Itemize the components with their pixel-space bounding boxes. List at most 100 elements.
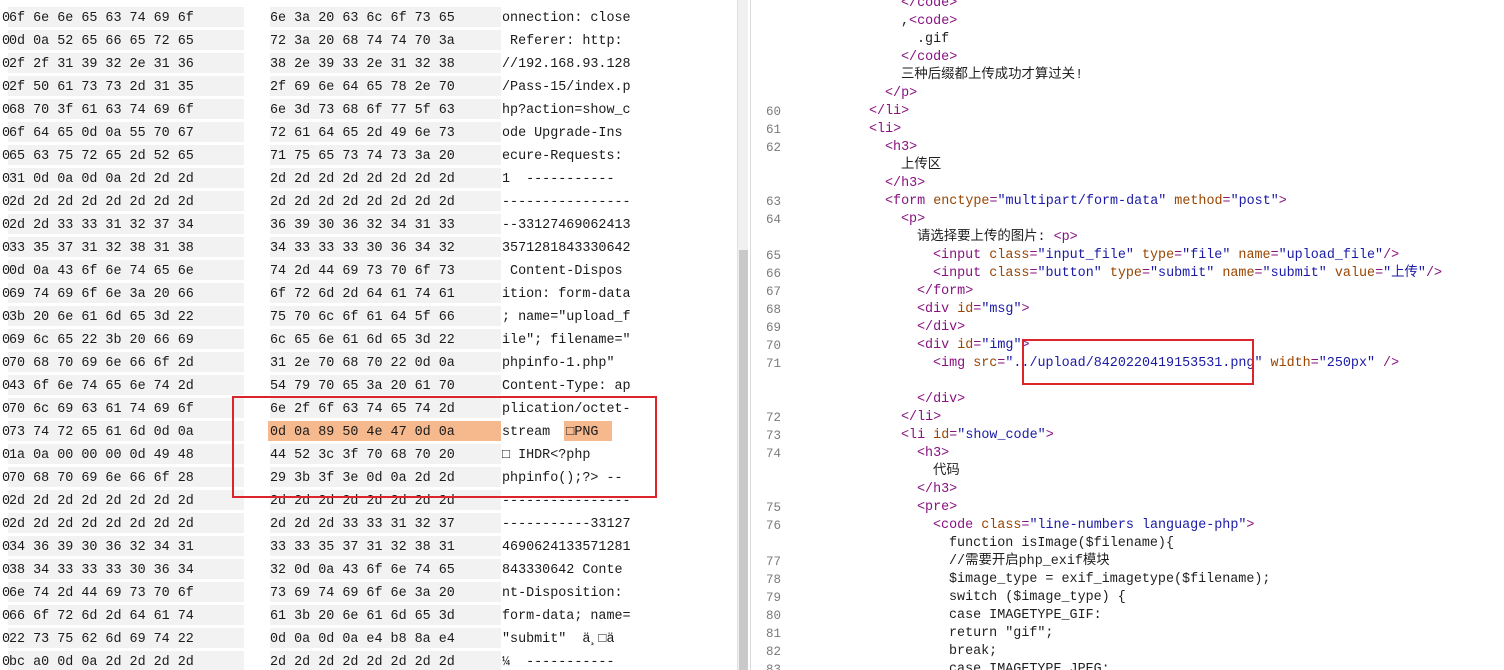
source-line[interactable]: 69 </div> — [751, 319, 1504, 337]
hex-bytes-group-1: 69 74 69 6f 6e 3a 20 66 — [9, 287, 194, 302]
hex-row[interactable]: 0 43 6f 6e 74 65 6e 74 2d 54 79 70 65 3a 2… — [0, 375, 737, 398]
html-tag-token: </code> — [901, 50, 958, 65]
text-token: case IMAGETYPE_GIF: — [949, 608, 1102, 623]
source-line[interactable]: 81 return "gif"; — [751, 625, 1504, 643]
line-number: 79 — [765, 591, 781, 605]
hex-bytes-group-2: 2d 2d 2d 2d 2d 2d 2d 2d — [270, 195, 455, 210]
hex-row[interactable]: 0 2d 2d 2d 2d 2d 2d 2d 2d 2d 2d 2d 33 33 3… — [0, 513, 737, 536]
hex-row[interactable]: 0 38 34 33 33 33 30 36 34 32 0d 0a 43 6f 6… — [0, 559, 737, 582]
text-token: case IMAGETYPE_JPEG: — [949, 662, 1110, 670]
hex-row[interactable]: 0 70 68 70 69 6e 66 6f 2d 31 2e 70 68 70 2… — [0, 352, 737, 375]
source-line[interactable]: </div> — [751, 391, 1504, 409]
source-line[interactable]: </h3> — [751, 175, 1504, 193]
hex-row[interactable]: 0 22 73 75 62 6d 69 74 22 0d 0a 0d 0a e4 b… — [0, 628, 737, 651]
source-line[interactable]: 62 <h3> — [751, 139, 1504, 157]
source-line[interactable]: ,<code> — [751, 13, 1504, 31]
source-line[interactable]: 68 <div id="msg"> — [751, 301, 1504, 319]
hex-row[interactable]: 0 6f 6e 6e 65 63 74 69 6f 6e 3a 20 63 6c 6… — [0, 7, 737, 30]
source-code: 代码 — [933, 463, 960, 481]
hex-viewer-pane[interactable]: 0 6f 6e 6e 65 63 74 69 6f 6e 3a 20 63 6c 6… — [0, 0, 737, 670]
source-line[interactable]: 67 </form> — [751, 283, 1504, 301]
hex-bytes-group-1: 31 0d 0a 0d 0a 2d 2d 2d — [9, 172, 194, 187]
source-line[interactable]: 80 case IMAGETYPE_GIF: — [751, 607, 1504, 625]
html-tag-token: </code> — [901, 0, 958, 11]
hex-row[interactable]: 0 2f 2f 31 39 32 2e 31 36 38 2e 39 33 2e 3… — [0, 53, 737, 76]
source-line[interactable]: 76 <code class="line-numbers language-php… — [751, 517, 1504, 535]
source-line[interactable]: 73 <li id="show_code"> — [751, 427, 1504, 445]
source-line[interactable]: 65 <input class="input_file" type="file" … — [751, 247, 1504, 265]
hex-bytes-group-1: 33 35 37 31 32 38 31 38 — [9, 241, 194, 256]
source-code: ,<code> — [901, 13, 957, 31]
source-line[interactable]: </p> — [751, 85, 1504, 103]
hex-bytes-group-2: 2d 2d 2d 2d 2d 2d 2d 2d — [270, 172, 455, 187]
hex-row[interactable]: 0 68 70 3f 61 63 74 69 6f 6e 3d 73 68 6f 7… — [0, 99, 737, 122]
source-code: <code class="line-numbers language-php"> — [933, 517, 1254, 535]
source-line[interactable]: 66 <input class="button" type="submit" na… — [751, 265, 1504, 283]
hex-bytes-group-1: 2f 2f 31 39 32 2e 31 36 — [9, 57, 194, 72]
source-line[interactable]: 63 <form enctype="multipart/form-data" me… — [751, 193, 1504, 211]
html-attribute-token: name — [1230, 248, 1271, 263]
source-line[interactable]: 82 break; — [751, 643, 1504, 661]
source-line[interactable]: 79 switch ($image_type) { — [751, 589, 1504, 607]
hex-bytes-group-1: 6f 64 65 0d 0a 55 70 67 — [9, 126, 194, 141]
hex-row[interactable]: 0 69 74 69 6f 6e 3a 20 66 6f 72 6d 2d 64 6… — [0, 283, 737, 306]
source-line[interactable]: </code> — [751, 49, 1504, 67]
hex-row[interactable]: 0 66 6f 72 6d 2d 64 61 74 61 3b 20 6e 61 6… — [0, 605, 737, 628]
source-code: function isImage($filename){ — [949, 535, 1174, 553]
hex-row[interactable]: 0 34 36 39 30 36 32 34 31 33 33 35 37 31 3… — [0, 536, 737, 559]
html-tag-token: > — [1045, 428, 1054, 443]
hex-row[interactable]: 0 6e 74 2d 44 69 73 70 6f 73 69 74 69 6f 6… — [0, 582, 737, 605]
html-tag-token: /> — [1425, 266, 1443, 281]
hex-viewer-scroll-thumb[interactable] — [739, 250, 748, 670]
source-line[interactable]: 60 </li> — [751, 103, 1504, 121]
source-line[interactable]: </h3> — [751, 481, 1504, 499]
source-line[interactable]: 78 $image_type = exif_imagetype($filename… — [751, 571, 1504, 589]
source-line[interactable]: 83 case IMAGETYPE_JPEG: — [751, 661, 1504, 670]
source-line[interactable]: 64 <p> — [751, 211, 1504, 229]
source-line[interactable]: function isImage($filename){ — [751, 535, 1504, 553]
hex-row[interactable]: 0 2d 2d 2d 2d 2d 2d 2d 2d 2d 2d 2d 2d 2d 2… — [0, 191, 737, 214]
source-line[interactable]: .gif — [751, 31, 1504, 49]
html-tag-token: <div — [917, 302, 958, 317]
line-number: 72 — [765, 411, 781, 425]
source-line[interactable]: 75 <pre> — [751, 499, 1504, 517]
html-tag-token: = — [1270, 248, 1279, 263]
source-line[interactable]: 72 </li> — [751, 409, 1504, 427]
hex-row[interactable]: 0 2f 50 61 73 73 2d 31 35 2f 69 6e 64 65 7… — [0, 76, 737, 99]
hex-bytes-group-2: 31 2e 70 68 70 22 0d 0a — [270, 356, 455, 371]
hex-ascii: ode Upgrade-Ins — [502, 126, 623, 141]
source-line[interactable]: </code> — [751, 0, 1504, 13]
source-line[interactable]: 代码 — [751, 463, 1504, 481]
hex-bytes-group-1: 34 36 39 30 36 32 34 31 — [9, 540, 194, 555]
hex-row[interactable]: 0 0d 0a 52 65 66 65 72 65 72 3a 20 68 74 7… — [0, 30, 737, 53]
hex-row[interactable]: 0 0d 0a 43 6f 6e 74 65 6e 74 2d 44 69 73 7… — [0, 260, 737, 283]
html-value-token: "submit" — [1150, 266, 1215, 281]
html-tag-token: <code> — [909, 14, 958, 29]
hex-row[interactable]: 0 69 6c 65 22 3b 20 66 69 6c 65 6e 61 6d 6… — [0, 329, 737, 352]
html-value-token: "post" — [1230, 194, 1279, 209]
hex-row[interactable]: 0 65 63 75 72 65 2d 52 65 71 75 65 73 74 7… — [0, 145, 737, 168]
page-source-pane[interactable]: </code> ,<code> .gif </code> 三种后缀都上传成功才算过关! <… — [750, 0, 1504, 670]
source-line[interactable]: 61 <li> — [751, 121, 1504, 139]
source-line[interactable]: 74 <h3> — [751, 445, 1504, 463]
source-line[interactable]: 77 //需要开启php_exif模块 — [751, 553, 1504, 571]
source-line[interactable]: 三种后缀都上传成功才算过关! — [751, 67, 1504, 85]
hex-bytes-group-1: 2d 2d 33 33 31 32 37 34 — [9, 218, 194, 233]
source-line[interactable]: 请选择要上传的图片: <p> — [751, 229, 1504, 247]
source-code: </li> — [869, 103, 909, 121]
hex-viewer-scrollbar[interactable] — [737, 0, 748, 670]
html-attribute-token: name — [1214, 266, 1255, 281]
hex-bytes-group-1: 2d 2d 2d 2d 2d 2d 2d 2d — [9, 195, 194, 210]
line-number: 74 — [765, 447, 781, 461]
hex-row[interactable]: 0 6f 64 65 0d 0a 55 70 67 72 61 64 65 2d 4… — [0, 122, 737, 145]
hex-row[interactable]: 0 31 0d 0a 0d 0a 2d 2d 2d 2d 2d 2d 2d 2d 2… — [0, 168, 737, 191]
hex-ascii: -----------33127 — [502, 517, 631, 532]
hex-ascii: ile"; filename=" — [502, 333, 631, 348]
hex-row[interactable]: 0 2d 2d 33 33 31 32 37 34 36 39 30 36 32 3… — [0, 214, 737, 237]
hex-row[interactable]: 0 3b 20 6e 61 6d 65 3d 22 75 70 6c 6f 61 6… — [0, 306, 737, 329]
hex-row[interactable]: 0 33 35 37 31 32 38 31 38 34 33 33 33 30 3… — [0, 237, 737, 260]
hex-ascii: 3571281843330642 — [502, 241, 631, 256]
hex-row[interactable]: 0 bc a0 0d 0a 2d 2d 2d 2d 2d 2d 2d 2d 2d 2… — [0, 651, 737, 670]
hex-bytes-group-2: 6e 3d 73 68 6f 77 5f 63 — [270, 103, 455, 118]
source-line[interactable]: 上传区 — [751, 157, 1504, 175]
